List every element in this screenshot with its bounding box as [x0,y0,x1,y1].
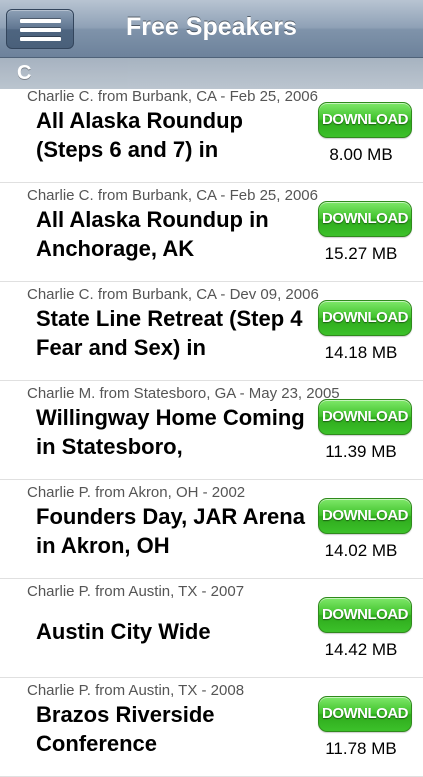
talk-title: Austin City Wide [36,619,211,644]
page-title: Free Speakers [126,13,297,41]
speaker-meta: Charlie C. from Burbank, CA - Dev 09, 20… [27,286,319,303]
speaker-meta: Charlie P. from Austin, TX - 2008 [27,682,245,699]
speaker-list[interactable]: Charlie C. from Burbank, CA - Feb 25, 20… [0,84,423,777]
section-header: C [0,58,423,89]
talk-title: All Alaska Roundup (Steps 6 and 7) in [36,108,243,162]
download-button[interactable]: DOWNLOAD [318,300,412,336]
download-button[interactable]: DOWNLOAD [318,696,412,732]
talk-title: State Line Retreat (Step 4 Fear and Sex)… [36,306,303,360]
download-button[interactable]: DOWNLOAD [318,201,412,237]
list-item[interactable]: Charlie M. from Statesboro, GA - May 23,… [0,381,423,480]
file-size: 11.39 MB [325,442,397,461]
download-button[interactable]: DOWNLOAD [318,597,412,633]
talk-title: Willingway Home Coming in Statesboro, [36,405,305,459]
file-size: 14.42 MB [324,640,398,659]
section-letter: C [17,62,32,84]
file-size: 8.00 MB [329,145,393,164]
list-item[interactable]: Charlie C. from Burbank, CA - Dev 09, 20… [0,282,423,381]
list-item[interactable]: Charlie P. from Austin, TX - 2008 Brazos… [0,678,423,777]
list-item[interactable]: Charlie P. from Austin, TX - 2007 Austin… [0,579,423,678]
list-item[interactable]: Charlie C. from Burbank, CA - Feb 25, 20… [0,183,423,282]
speaker-meta: Charlie C. from Burbank, CA - Feb 25, 20… [27,88,318,105]
download-button[interactable]: DOWNLOAD [318,102,412,138]
speaker-meta: Charlie P. from Akron, OH - 2002 [27,484,246,501]
speaker-meta: Charlie C. from Burbank, CA - Feb 25, 20… [27,187,318,204]
download-button[interactable]: DOWNLOAD [318,399,412,435]
file-size: 14.18 MB [324,343,398,362]
speaker-meta: Charlie P. from Austin, TX - 2007 [27,583,245,600]
file-size: 11.78 MB [325,739,397,758]
talk-title: All Alaska Roundup in Anchorage, AK [36,207,269,261]
list-item[interactable]: Charlie P. from Akron, OH - 2002 Founder… [0,480,423,579]
talk-title: Brazos Riverside Conference [36,702,215,756]
download-button[interactable]: DOWNLOAD [318,498,412,534]
talk-title: Founders Day, JAR Arena in Akron, OH [36,504,305,558]
navigation-bar: Free Speakers [0,0,423,58]
file-size: 14.02 MB [324,541,398,560]
file-size: 15.27 MB [324,244,398,263]
list-item[interactable]: Charlie C. from Burbank, CA - Feb 25, 20… [0,84,423,183]
speaker-meta: Charlie M. from Statesboro, GA - May 23,… [27,385,340,402]
